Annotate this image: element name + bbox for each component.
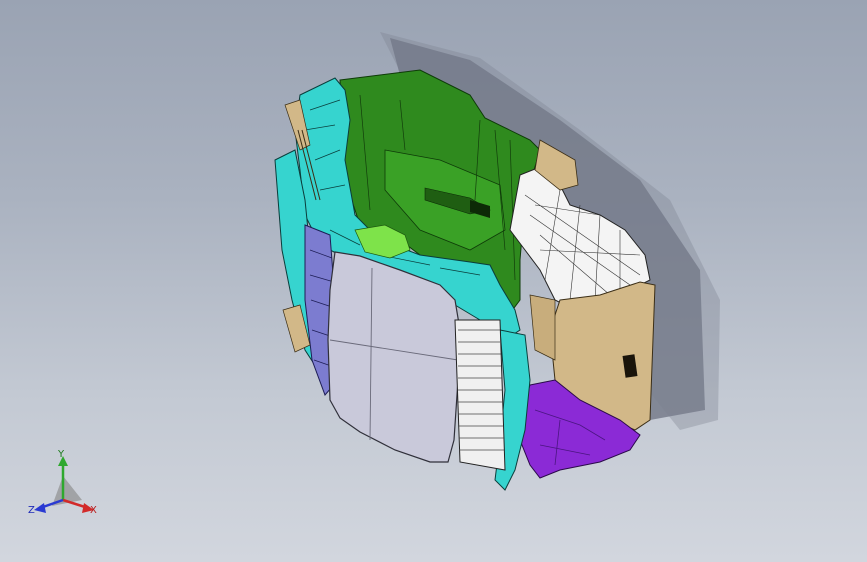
x-axis-label: X: [90, 505, 97, 516]
graphics-viewport[interactable]: Y X Z: [0, 0, 867, 562]
z-axis-arrow-icon: [34, 503, 46, 513]
3d-model-view[interactable]: [0, 0, 867, 562]
vent-grille: [454, 319, 506, 471]
tan-panel-left-strip: [529, 294, 556, 361]
axis-triad[interactable]: Y X Z: [22, 448, 104, 526]
y-axis-label: Y: [58, 449, 65, 460]
z-axis-label: Z: [28, 505, 35, 516]
